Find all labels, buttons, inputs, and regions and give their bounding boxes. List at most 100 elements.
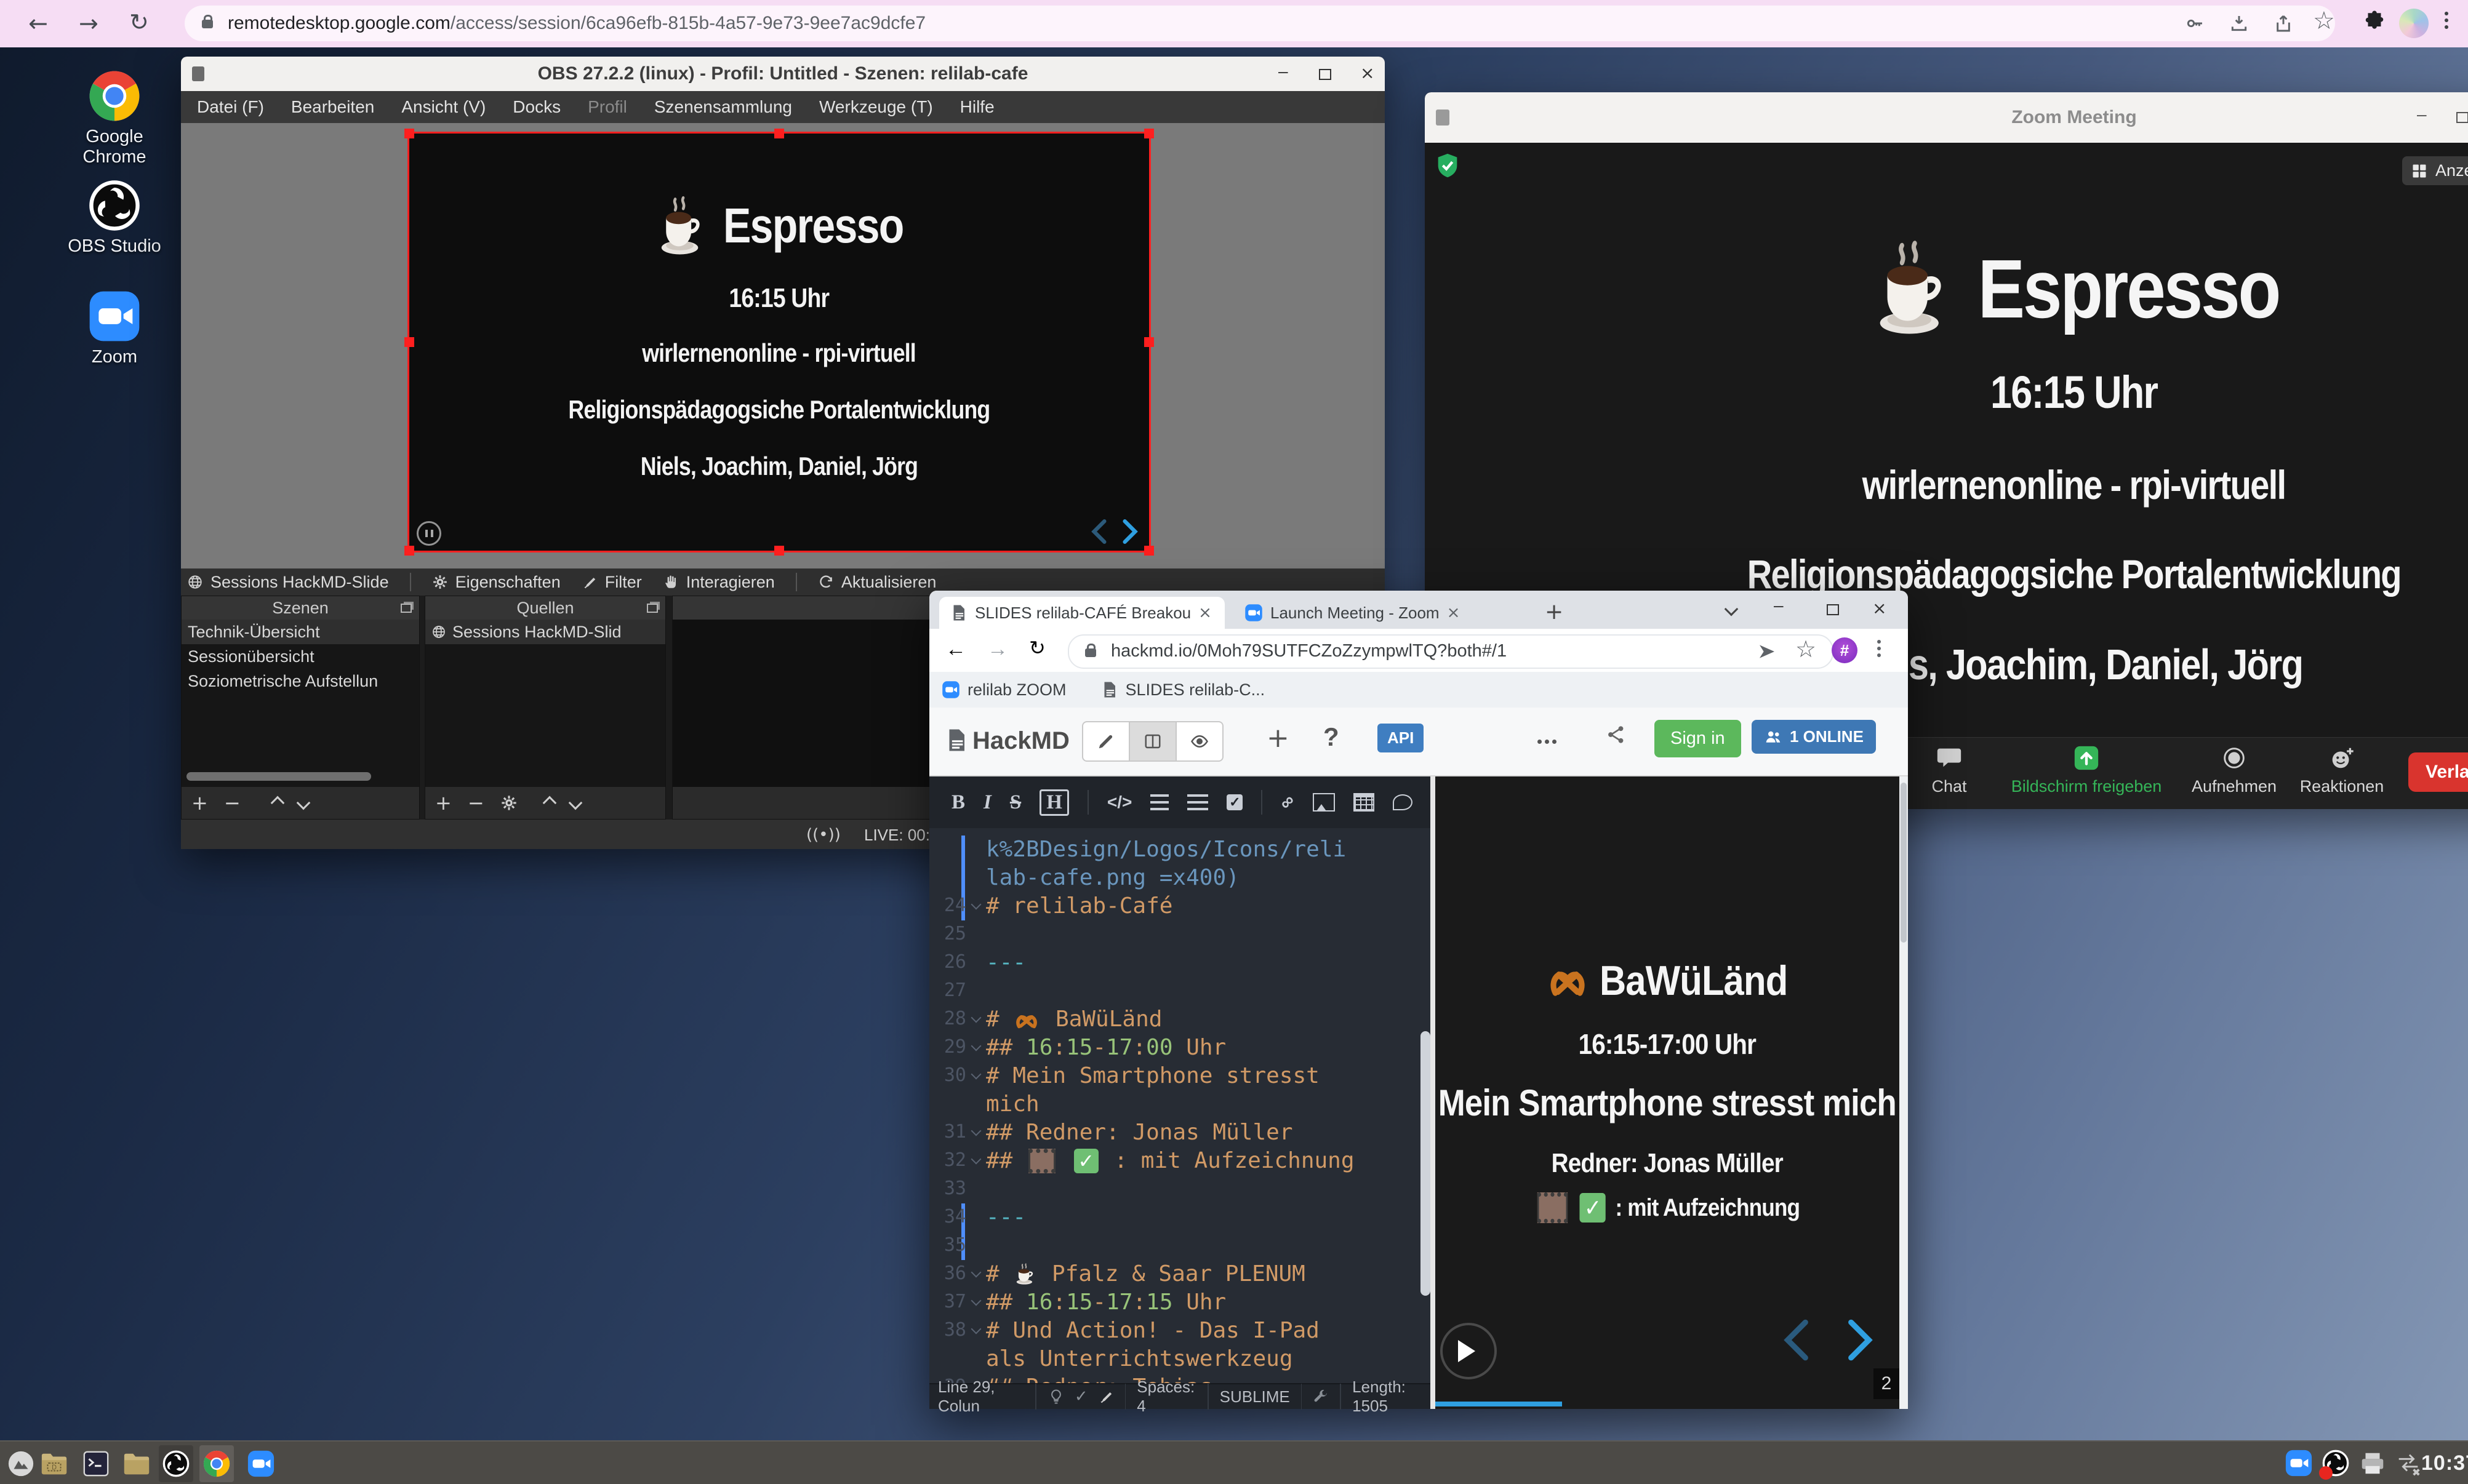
browser-menu-icon[interactable] — [1877, 647, 1881, 650]
taskbar-icon-launcher[interactable] — [4, 1445, 38, 1482]
fold-chevron-icon[interactable] — [971, 900, 982, 910]
numbered-list-button[interactable] — [1187, 794, 1208, 810]
reload-icon[interactable]: ↻ — [129, 9, 149, 36]
tab-search-icon[interactable] — [1725, 602, 1739, 616]
taskbar-icon-zoom[interactable] — [244, 1445, 278, 1482]
obs-titlebar[interactable]: OBS 27.2.2 (linux) - Profil: Untitled - … — [181, 57, 1385, 91]
extensions-icon[interactable] — [2363, 10, 2386, 32]
bookmark-star-icon[interactable]: ☆ — [1795, 636, 1816, 663]
resize-handle[interactable] — [1144, 129, 1154, 138]
source-row[interactable]: Sessions HackMD-Slid — [425, 620, 665, 644]
taskbar-icon-folder-d[interactable]: D — [37, 1445, 71, 1482]
preview-scrollbar[interactable] — [1899, 776, 1908, 1409]
more-options-icon[interactable] — [1545, 740, 1549, 744]
obs-menu-item[interactable]: Docks — [513, 97, 561, 117]
add-source-button[interactable]: + — [435, 787, 452, 819]
profile-avatar[interactable] — [2399, 9, 2429, 38]
zoom-toolbar-reactions-button[interactable]: Reaktionen — [2274, 744, 2410, 796]
checklist-button[interactable]: ✓ — [1227, 794, 1243, 810]
obs-source-toolbar-source[interactable]: Sessions HackMD-Slide — [187, 573, 389, 592]
zoom-toolbar-share-screen-button[interactable]: Bildschirm freigeben — [2019, 744, 2154, 796]
fold-chevron-icon[interactable] — [971, 1324, 982, 1334]
resize-handle[interactable] — [1144, 337, 1154, 347]
desktop-icon-obs[interactable]: OBS Studio — [53, 178, 176, 257]
taskbar-icon-chrome[interactable] — [199, 1445, 234, 1482]
table-button[interactable] — [1353, 793, 1374, 812]
new-note-button[interactable]: + — [1267, 722, 1289, 754]
source-down-button[interactable] — [568, 796, 582, 810]
wrench-icon[interactable] — [1313, 1389, 1329, 1405]
link-button[interactable]: ∞ — [1275, 790, 1299, 814]
scene-row[interactable]: Soziometrische Aufstellun — [182, 669, 419, 693]
bookmark-item[interactable]: SLIDES relilab-C... — [1100, 680, 1265, 700]
edit-mode-button[interactable] — [1083, 722, 1130, 760]
help-button[interactable]: ? — [1323, 722, 1339, 752]
obs-menu-item[interactable]: Hilfe — [960, 97, 995, 117]
share-icon[interactable] — [2274, 14, 2293, 33]
tab-slides[interactable]: SLIDES relilab-CAFÉ Breakou × — [939, 597, 1225, 629]
obs-source-toolbar-button[interactable]: Interagieren — [663, 573, 775, 592]
obs-menu-item[interactable]: Profil — [588, 97, 627, 117]
obs-maximize-button[interactable] — [1319, 69, 1331, 80]
strikethrough-button[interactable]: S — [1010, 791, 1021, 814]
source-properties-icon[interactable] — [500, 794, 518, 812]
sign-in-button[interactable]: Sign in — [1654, 720, 1741, 757]
code-button[interactable]: </> — [1107, 792, 1132, 812]
address-bar[interactable]: hackmd.io/0Moh79SUTFCZoZzympwlTQ?both#/1… — [1068, 634, 1833, 669]
tab-zoom-meeting[interactable]: Launch Meeting - Zoom × — [1235, 597, 1512, 629]
resize-handle[interactable] — [404, 129, 414, 138]
popout-icon[interactable] — [401, 604, 412, 613]
tray-icon-zoom[interactable] — [2285, 1449, 2314, 1478]
fold-chevron-icon[interactable] — [971, 1041, 982, 1051]
zoom-maximize-button[interactable] — [2456, 112, 2468, 123]
remove-source-button[interactable]: − — [468, 787, 484, 819]
tab-close-icon[interactable]: × — [1447, 604, 1460, 622]
download-icon[interactable] — [2229, 14, 2249, 33]
forward-icon[interactable]: → — [79, 10, 98, 37]
slide-next-icon[interactable] — [1846, 1318, 1873, 1362]
indent-setting[interactable]: Spaces: 4 — [1137, 1378, 1196, 1416]
scene-row[interactable]: Technik-Übersicht — [182, 620, 419, 644]
scene-row[interactable]: Sessionübersicht — [182, 644, 419, 669]
preview-mode-button[interactable] — [1177, 722, 1222, 760]
popout-icon[interactable] — [647, 604, 658, 613]
fold-chevron-icon[interactable] — [971, 1069, 982, 1080]
scene-up-button[interactable] — [270, 796, 284, 810]
zoom-view-button[interactable]: Anze — [2402, 156, 2468, 185]
online-users-button[interactable]: 1 ONLINE — [1752, 720, 1876, 754]
obs-menu-item[interactable]: Szenensammlung — [654, 97, 792, 117]
browser-menu-icon[interactable] — [2445, 18, 2448, 22]
add-scene-button[interactable]: + — [191, 787, 208, 819]
obs-source-toolbar-button[interactable]: Aktualisieren — [818, 573, 937, 592]
remove-scene-button[interactable]: − — [224, 787, 241, 819]
back-icon[interactable]: ← — [28, 10, 48, 37]
obs-menu-item[interactable]: Bearbeiten — [291, 97, 374, 117]
security-shield-icon[interactable] — [1433, 151, 1462, 180]
back-icon[interactable]: ← — [945, 637, 966, 661]
bullet-list-button[interactable] — [1150, 794, 1169, 810]
obs-source-toolbar-button[interactable]: Eigenschaften — [432, 573, 561, 592]
desktop-icon-zoom[interactable]: Zoom — [53, 289, 176, 367]
obs-source-toolbar-button[interactable]: Filter — [582, 573, 642, 592]
fold-chevron-icon[interactable] — [971, 1296, 982, 1306]
zoom-titlebar[interactable]: Zoom Meeting – — [1425, 92, 2468, 143]
check-icon[interactable]: ✓ — [1075, 1387, 1088, 1406]
bookmark-item[interactable]: relilab ZOOM — [942, 680, 1067, 700]
forward-icon[interactable]: → — [987, 637, 1008, 661]
slide-pause-icon[interactable] — [417, 521, 441, 546]
taskbar-icon-terminal[interactable] — [79, 1445, 113, 1482]
share-icon[interactable] — [1605, 724, 1627, 746]
tray-icon-printer[interactable] — [2358, 1449, 2388, 1478]
heading-button[interactable]: H — [1040, 789, 1069, 816]
obs-minimize-button[interactable]: – — [1278, 62, 1288, 81]
resize-handle[interactable] — [404, 337, 414, 347]
image-button[interactable] — [1313, 793, 1335, 812]
resize-handle[interactable] — [774, 129, 784, 138]
italic-button[interactable]: I — [984, 791, 992, 814]
play-button[interactable] — [1440, 1323, 1497, 1379]
fold-chevron-icon[interactable] — [971, 1267, 982, 1278]
obs-menu-item[interactable]: Ansicht (V) — [401, 97, 486, 117]
source-up-button[interactable] — [542, 796, 556, 810]
obs-canvas[interactable]: Espresso 16:15 Uhr wirlernenonline - rpi… — [409, 134, 1149, 551]
address-bar[interactable]: remotedesktop.google.com/access/session/… — [185, 6, 2335, 41]
